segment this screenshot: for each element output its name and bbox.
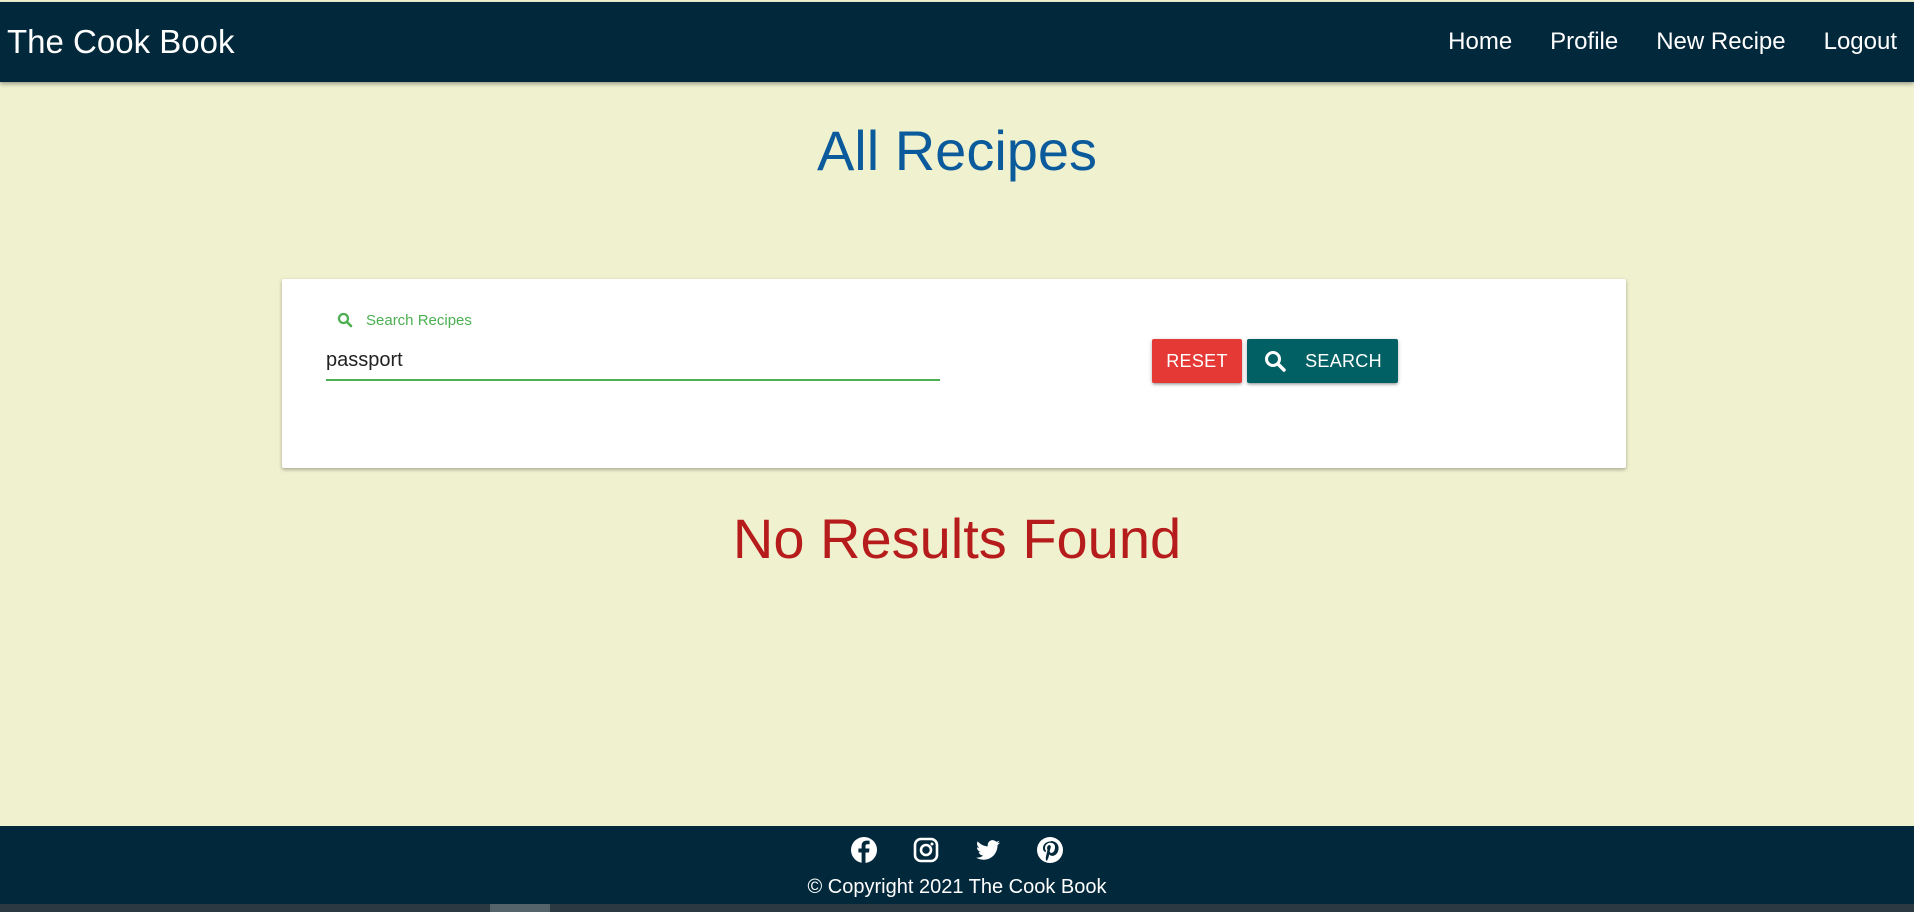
search-label: Search Recipes xyxy=(366,311,472,329)
nav-home-link[interactable]: Home xyxy=(1448,28,1512,56)
horizontal-scrollbar[interactable] xyxy=(0,904,1914,912)
social-links xyxy=(0,836,1914,864)
scrollbar-thumb[interactable] xyxy=(490,904,550,912)
nav-profile-link[interactable]: Profile xyxy=(1550,28,1618,56)
nav-new-recipe-link[interactable]: New Recipe xyxy=(1656,28,1785,56)
footer: © Copyright 2021 The Cook Book xyxy=(0,826,1914,904)
nav-logout-link[interactable]: Logout xyxy=(1824,28,1897,56)
search-icon xyxy=(1263,349,1287,373)
brand-logo[interactable]: The Cook Book xyxy=(7,23,234,61)
search-card: Search Recipes RESET SEARCH xyxy=(282,279,1626,468)
search-button[interactable]: SEARCH xyxy=(1247,339,1398,383)
facebook-icon[interactable] xyxy=(850,836,878,864)
search-icon xyxy=(336,311,354,329)
nav-links: Home Profile New Recipe Logout xyxy=(1410,28,1897,56)
search-field: Search Recipes xyxy=(326,307,940,381)
reset-button[interactable]: RESET xyxy=(1152,339,1242,383)
copyright-text: © Copyright 2021 The Cook Book xyxy=(807,876,1107,898)
pinterest-icon[interactable] xyxy=(1036,836,1064,864)
instagram-icon[interactable] xyxy=(912,836,940,864)
search-label-row: Search Recipes xyxy=(326,307,940,333)
navbar: The Cook Book Home Profile New Recipe Lo… xyxy=(0,2,1914,82)
no-results-message: No Results Found xyxy=(732,507,1182,570)
page-title: All Recipes xyxy=(816,119,1098,182)
search-button-label: SEARCH xyxy=(1305,350,1382,371)
page: The Cook Book Home Profile New Recipe Lo… xyxy=(0,0,1914,912)
search-input[interactable] xyxy=(326,341,940,381)
twitter-icon[interactable] xyxy=(974,836,1002,864)
